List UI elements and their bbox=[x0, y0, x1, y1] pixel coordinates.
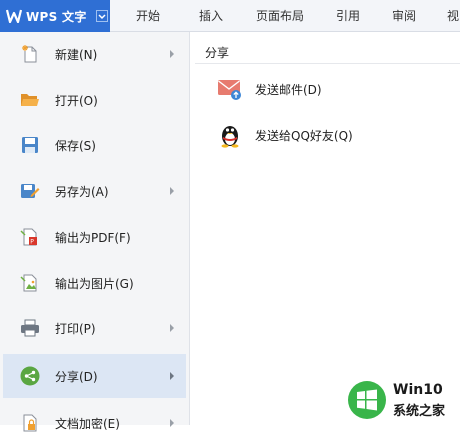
open-folder-icon bbox=[19, 89, 41, 111]
menu-item-print[interactable]: 打印(P) bbox=[3, 306, 186, 350]
send-qq-label: 发送给QQ好友(Q) bbox=[255, 128, 353, 143]
watermark-title: Win10 bbox=[393, 382, 443, 398]
chevron-right-icon bbox=[166, 48, 178, 60]
ribbon-tabs: 开始 插入 页面布局 引用 审阅 视 bbox=[110, 0, 460, 32]
send-qq-item[interactable]: 发送给QQ好友(Q) bbox=[217, 120, 353, 150]
qq-penguin-icon bbox=[217, 122, 243, 148]
export-pdf-icon: P bbox=[19, 226, 41, 248]
file-menu: 新建(N) 打开(O) 保存(S) 另存为(A) P 输出为PDF(F) 输出为… bbox=[0, 32, 190, 432]
tab-review[interactable]: 审阅 bbox=[372, 0, 436, 32]
menu-item-label: 分享(D) bbox=[55, 369, 98, 384]
wps-app-menu-button[interactable]: WPS 文字 bbox=[0, 0, 110, 32]
watermark: Win10 系统之家 bbox=[347, 378, 459, 422]
encrypt-icon bbox=[19, 412, 41, 434]
chevron-right-icon bbox=[166, 185, 178, 197]
menu-item-share[interactable]: 分享(D) bbox=[3, 354, 186, 398]
chevron-right-icon bbox=[166, 417, 178, 429]
chevron-down-icon bbox=[95, 9, 109, 23]
tab-references[interactable]: 引用 bbox=[324, 0, 372, 32]
divider bbox=[195, 63, 460, 64]
menu-item-label: 新建(N) bbox=[55, 47, 98, 62]
menu-item-export-pdf[interactable]: P 输出为PDF(F) bbox=[3, 215, 186, 259]
email-icon bbox=[217, 76, 243, 102]
printer-icon bbox=[19, 317, 41, 339]
export-image-icon bbox=[19, 272, 41, 294]
menu-item-label: 打开(O) bbox=[55, 93, 98, 108]
chevron-right-icon bbox=[166, 322, 178, 334]
wps-logo-icon bbox=[6, 8, 22, 24]
menu-item-open[interactable]: 打开(O) bbox=[3, 78, 186, 122]
chevron-right-icon bbox=[166, 370, 178, 382]
menu-item-encrypt[interactable]: 文档加密(E) bbox=[3, 401, 186, 445]
save-icon bbox=[19, 134, 41, 156]
menu-item-save-as[interactable]: 另存为(A) bbox=[3, 169, 186, 213]
svg-text:P: P bbox=[30, 239, 34, 246]
tab-home[interactable]: 开始 bbox=[110, 0, 186, 32]
share-icon bbox=[19, 365, 41, 387]
tab-insert[interactable]: 插入 bbox=[186, 0, 236, 32]
menu-item-new[interactable]: 新建(N) bbox=[3, 32, 186, 76]
menu-item-export-image[interactable]: 输出为图片(G) bbox=[3, 261, 186, 305]
menu-item-label: 输出为PDF(F) bbox=[55, 230, 131, 245]
watermark-subtitle: 系统之家 bbox=[393, 404, 446, 419]
tab-view[interactable]: 视 bbox=[436, 0, 460, 32]
send-email-item[interactable]: 发送邮件(D) bbox=[217, 74, 322, 104]
menu-item-save[interactable]: 保存(S) bbox=[3, 123, 186, 167]
app-title: WPS 文字 bbox=[26, 9, 87, 24]
save-as-icon bbox=[19, 180, 41, 202]
menu-item-label: 保存(S) bbox=[55, 138, 96, 153]
menu-item-label: 另存为(A) bbox=[55, 184, 109, 199]
new-document-icon bbox=[19, 43, 41, 65]
menu-item-label: 打印(P) bbox=[55, 321, 96, 336]
send-email-label: 发送邮件(D) bbox=[255, 82, 322, 97]
title-bar: WPS 文字 开始 插入 页面布局 引用 审阅 视 bbox=[0, 0, 460, 32]
menu-item-label: 文档加密(E) bbox=[55, 416, 120, 431]
tab-page-layout[interactable]: 页面布局 bbox=[236, 0, 324, 32]
menu-item-label: 输出为图片(G) bbox=[55, 276, 134, 291]
panel-title: 分享 bbox=[205, 46, 230, 60]
share-panel: 分享 发送邮件(D) 发送给QQ好友(Q) bbox=[195, 32, 460, 425]
windows-logo-icon bbox=[347, 380, 387, 420]
